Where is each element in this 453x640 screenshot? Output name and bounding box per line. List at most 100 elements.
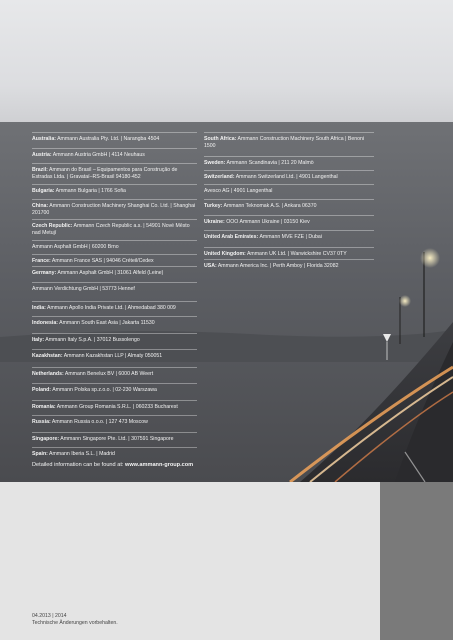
divider bbox=[32, 400, 197, 401]
divider bbox=[32, 163, 197, 164]
address-text: Ammann Construction Machinery Shanghai C… bbox=[32, 203, 196, 216]
left-entry: Ammann Verdichtung GmbH | 53773 Hennef bbox=[32, 286, 197, 293]
right-entry: United Kingdom: Ammann UK Ltd. | Warwick… bbox=[204, 251, 374, 258]
divider bbox=[32, 333, 197, 334]
country-name: India: bbox=[32, 305, 46, 311]
left-entry: Russia: Ammann Russia o.o.o. | 127 473 M… bbox=[32, 419, 197, 426]
info-line: Detailed information can be found at: ww… bbox=[32, 462, 193, 468]
divider bbox=[32, 349, 197, 350]
right-entry: Turkey: Ammann Teknomak A.S. | Ankara 06… bbox=[204, 203, 374, 210]
country-name: United Arab Emirates: bbox=[204, 234, 259, 240]
address-text: Ammann Kazakhstan LLP | Almaty 050051 bbox=[63, 353, 163, 359]
left-entry: Poland: Ammann Polska sp.z.o.o. | 02-230… bbox=[32, 387, 197, 394]
country-name: Spain: bbox=[32, 451, 48, 457]
address-text: Ammann Austria GmbH | 4114 Neuhaus bbox=[52, 152, 145, 158]
divider bbox=[32, 148, 197, 149]
website-link[interactable]: www.ammann-group.com bbox=[125, 462, 193, 468]
divider bbox=[204, 132, 374, 133]
address-text: Ammann Switzerland Ltd. | 4901 Langentha… bbox=[235, 174, 338, 180]
country-name: Turkey: bbox=[204, 203, 223, 209]
divider bbox=[32, 199, 197, 200]
technical-note: Technische Änderungen vorbehalten. bbox=[32, 620, 118, 626]
divider bbox=[204, 199, 374, 200]
address-text: Ammann Asphalt GmbH | 60200 Brno bbox=[32, 244, 119, 250]
address-text: Ammann Australia Pty. Ltd. | Narangba 45… bbox=[57, 136, 160, 142]
left-entry: India: Ammann Apollo India Private Ltd. … bbox=[32, 305, 197, 312]
left-entry: Indonesia: Ammann South East Asia | Jaka… bbox=[32, 320, 197, 327]
divider bbox=[32, 219, 197, 220]
right-entry: Ukraine: OOO Ammann Ukraine | 03150 Kiev bbox=[204, 219, 374, 226]
divider bbox=[32, 447, 197, 448]
divider bbox=[32, 184, 197, 185]
divider bbox=[32, 415, 197, 416]
left-entry: Spain: Ammann Iberia S.L. | Madrid bbox=[32, 451, 197, 458]
country-name: Kazakhstan: bbox=[32, 353, 63, 359]
left-entry: Netherlands: Ammann Benelux BV | 6000 AB… bbox=[32, 371, 197, 378]
country-name: Czech Republic: bbox=[32, 223, 73, 229]
address-text: Ammann Italy S.p.A. | 37012 Bussolengo bbox=[45, 337, 140, 343]
country-name: Australia: bbox=[32, 136, 56, 142]
right-entry: United Arab Emirates: Ammann MVE FZE | D… bbox=[204, 234, 374, 241]
address-text: Ammann Teknomak A.S. | Ankara 06370 bbox=[223, 203, 317, 209]
left-entry: France: Ammann France SAS | 94046 Crétei… bbox=[32, 258, 197, 265]
address-text: Ammann Scandinavia | 211 20 Malmö bbox=[226, 160, 314, 166]
country-name: Brazil: bbox=[32, 167, 48, 173]
address-text: Ammann Bulgaria | 1766 Sofia bbox=[55, 188, 126, 194]
right-entry: USA: Ammann America Inc. | Perth Amboy |… bbox=[204, 263, 374, 270]
left-entry: Romania: Ammann Group Romania S.R.L. | 0… bbox=[32, 404, 197, 411]
address-text: Ammann MVE FZE | Dubai bbox=[259, 234, 322, 240]
divider bbox=[204, 156, 374, 157]
address-text: Ammann Singapore Pte. Ltd. | 307591 Sing… bbox=[60, 436, 174, 442]
divider bbox=[204, 230, 374, 231]
country-name: China: bbox=[32, 203, 49, 209]
left-entry: Bulgaria: Ammann Bulgaria | 1766 Sofia bbox=[32, 188, 197, 195]
country-name: Italy: bbox=[32, 337, 45, 343]
right-entry: South Africa: Ammann Construction Machin… bbox=[204, 136, 374, 150]
country-name: Indonesia: bbox=[32, 320, 58, 326]
divider bbox=[32, 266, 197, 267]
right-entry: Switzerland: Ammann Switzerland Ltd. | 4… bbox=[204, 174, 374, 181]
divider bbox=[204, 259, 374, 260]
divider bbox=[32, 367, 197, 368]
left-entry: Brazil: Ammann do Brasil – Equipamentos … bbox=[32, 167, 197, 181]
left-entry: Kazakhstan: Ammann Kazakhstan LLP | Alma… bbox=[32, 353, 197, 360]
divider bbox=[204, 247, 374, 248]
address-text: OOO Ammann Ukraine | 03150 Kiev bbox=[226, 219, 310, 225]
country-name: France: bbox=[32, 258, 51, 264]
address-text: Ammann Polska sp.z.o.o. | 02-230 Warszaw… bbox=[52, 387, 157, 393]
left-entry: China: Ammann Construction Machinery Sha… bbox=[32, 203, 197, 217]
divider bbox=[204, 184, 374, 185]
address-text: Ammann America Inc. | Perth Amboy | Flor… bbox=[217, 263, 339, 269]
document-code: 04.2013 | 2014 bbox=[32, 613, 67, 619]
address-text: Ammann Benelux BV | 6000 AB Weert bbox=[64, 371, 154, 377]
country-name: Russia: bbox=[32, 419, 51, 425]
address-text: Ammann UK Ltd. | Warwickshire CV37 0TY bbox=[246, 251, 347, 257]
country-name: South Africa: bbox=[204, 136, 237, 142]
left-entry: Austria: Ammann Austria GmbH | 4114 Neuh… bbox=[32, 152, 197, 159]
left-entry: Ammann Asphalt GmbH | 60200 Brno bbox=[32, 244, 197, 251]
left-entry: Singapore: Ammann Singapore Pte. Ltd. | … bbox=[32, 436, 197, 443]
divider bbox=[204, 170, 374, 171]
divider bbox=[32, 383, 197, 384]
right-entry: Sweden: Ammann Scandinavia | 211 20 Malm… bbox=[204, 160, 374, 167]
divider bbox=[32, 240, 197, 241]
address-text: Ammann France SAS | 94046 Créteil/Cedex bbox=[51, 258, 154, 264]
country-name: Switzerland: bbox=[204, 174, 235, 180]
divider bbox=[204, 215, 374, 216]
address-text: Ammann Iberia S.L. | Madrid bbox=[49, 451, 115, 457]
address-text: Ammann do Brasil – Equipamentos para Con… bbox=[32, 167, 178, 180]
country-name: USA: bbox=[204, 263, 217, 269]
country-name: Ukraine: bbox=[204, 219, 225, 225]
address-text: Ammann Group Romania S.R.L. | 060233 Buc… bbox=[56, 404, 178, 410]
divider bbox=[32, 254, 197, 255]
country-name: United Kingdom: bbox=[204, 251, 246, 257]
country-name: Sweden: bbox=[204, 160, 226, 166]
right-entry: Avesco AG | 4901 Langenthal bbox=[204, 188, 374, 195]
country-name: Austria: bbox=[32, 152, 52, 158]
address-text: Ammann Verdichtung GmbH | 53773 Hennef bbox=[32, 286, 135, 292]
document-meta: 04.2013 | 2014 Technische Änderungen vor… bbox=[32, 613, 118, 627]
address-text: Ammann Russia o.o.o. | 127 473 Moscow bbox=[51, 419, 148, 425]
address-text: Ammann Apollo India Private Ltd. | Ahmed… bbox=[47, 305, 176, 311]
divider bbox=[32, 301, 197, 302]
country-name: Bulgaria: bbox=[32, 188, 55, 194]
